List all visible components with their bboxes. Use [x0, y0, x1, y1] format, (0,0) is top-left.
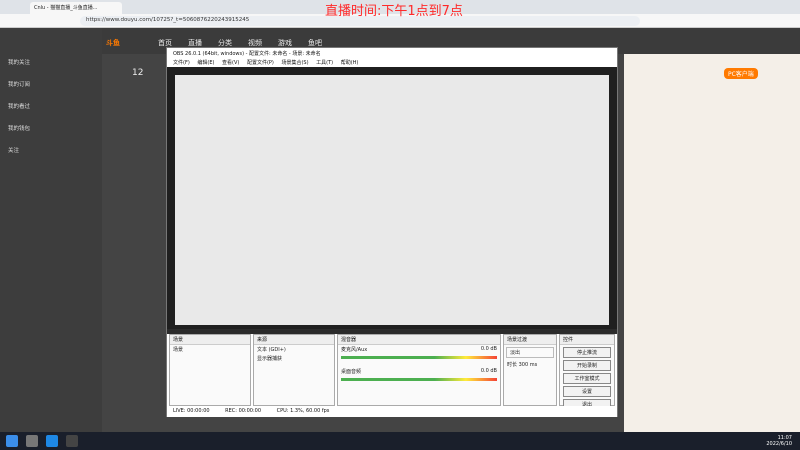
- sidebar-item[interactable]: 我的订阅: [8, 80, 30, 88]
- rec-timer: REC: 00:00:00: [225, 408, 262, 414]
- track-name: 桌面音频: [341, 369, 362, 375]
- cpu-status: CPU: 1.3%, 60.00 fps: [276, 408, 330, 414]
- sources-header: 来源: [254, 335, 334, 345]
- sidebar-item[interactable]: 关注: [8, 146, 19, 154]
- track-db: 0.0 dB: [480, 368, 497, 374]
- menu-profile[interactable]: 配置文件(P): [247, 60, 274, 66]
- obs-preview[interactable]: [167, 67, 617, 329]
- obs-dock: 场景 场景 来源 文本 (GDI+) 显示器捕获 混音器 麦克风/Aux 0.0…: [167, 334, 617, 410]
- source-item[interactable]: 显示器捕获: [254, 354, 334, 363]
- browser-tab[interactable]: Cnlu - 猫猫直播_斗鱼直播...: [30, 2, 122, 14]
- site-sidebar: 我的关注 我的订阅 我的看过 我的钱包 关注: [0, 28, 102, 432]
- mixer-track: 桌面音频 0.0 dB: [338, 367, 500, 376]
- windows-taskbar: 11:07 2022/6/10: [0, 432, 800, 450]
- duration-input[interactable]: 300 ms: [519, 362, 538, 368]
- obs-statusbar: LIVE: 00:00:00 REC: 00:00:00 CPU: 1.3%, …: [167, 406, 617, 417]
- obs-title: OBS 26.0.1 (64bit, windows) - 配置文件: 未命名 …: [167, 48, 617, 58]
- menu-file[interactable]: 文件(F): [173, 60, 190, 66]
- menu-tools[interactable]: 工具(T): [316, 60, 333, 66]
- source-item[interactable]: 文本 (GDI+): [254, 345, 334, 354]
- preview-capture: [175, 75, 609, 325]
- start-recording-button[interactable]: 开始录制: [563, 360, 611, 371]
- obs-menubar: 文件(F) 编辑(E) 查看(V) 配置文件(P) 场景集合(S) 工具(T) …: [167, 58, 617, 67]
- transitions-header: 场景过渡: [504, 335, 556, 345]
- menu-scene-collection[interactable]: 场景集合(S): [281, 60, 308, 66]
- sidebar-item[interactable]: 我的看过: [8, 102, 30, 110]
- viewer-count: 12: [132, 68, 144, 78]
- mixer-panel: 混音器 麦克风/Aux 0.0 dB 桌面音频 0.0 dB: [337, 334, 501, 406]
- menu-help[interactable]: 帮助(H): [341, 60, 359, 66]
- volume-meter[interactable]: [341, 356, 497, 359]
- transitions-panel: 场景过渡 淡出 时长 300 ms: [503, 334, 557, 406]
- screen: Cnlu - 猫猫直播_斗鱼直播... https://www.douyu.co…: [0, 0, 800, 450]
- scene-item[interactable]: 场景: [170, 345, 250, 354]
- menu-edit[interactable]: 编辑(E): [197, 60, 214, 66]
- sidebar-item[interactable]: 我的钱包: [8, 124, 30, 132]
- stop-streaming-button[interactable]: 停止推流: [563, 347, 611, 358]
- track-db: 0.0 dB: [480, 346, 497, 352]
- obs-icon[interactable]: [66, 435, 78, 447]
- edge-icon[interactable]: [46, 435, 58, 447]
- sources-panel: 来源 文本 (GDI+) 显示器捕获: [253, 334, 335, 406]
- sidebar-item[interactable]: 我的关注: [8, 58, 30, 66]
- mixer-header: 混音器: [338, 335, 500, 345]
- search-icon[interactable]: [26, 435, 38, 447]
- clock-date: 2022/6/10: [766, 441, 792, 447]
- live-timer: LIVE: 00:00:00: [173, 408, 210, 414]
- settings-button[interactable]: 设置: [563, 386, 611, 397]
- site-logo[interactable]: 斗鱼: [106, 38, 120, 48]
- mixer-track: 麦克风/Aux 0.0 dB: [338, 345, 500, 354]
- track-name: 麦克风/Aux: [341, 347, 368, 353]
- start-icon[interactable]: [6, 435, 18, 447]
- transition-select[interactable]: 淡出: [506, 347, 554, 358]
- clock[interactable]: 11:07 2022/6/10: [766, 435, 792, 447]
- duration-label: 时长: [507, 362, 518, 368]
- controls-header: 控件: [560, 335, 614, 345]
- obs-window: OBS 26.0.1 (64bit, windows) - 配置文件: 未命名 …: [166, 47, 618, 417]
- scenes-panel: 场景 场景: [169, 334, 251, 406]
- live-time-overlay: 直播时间:下午1点到7点: [325, 4, 463, 19]
- controls-panel: 控件 停止推流 开始录制 工作室模式 设置 退出: [559, 334, 615, 410]
- volume-meter[interactable]: [341, 378, 497, 381]
- pc-client-badge[interactable]: PC客户端: [724, 68, 758, 79]
- studio-mode-button[interactable]: 工作室模式: [563, 373, 611, 384]
- scenes-header: 场景: [170, 335, 250, 345]
- menu-view[interactable]: 查看(V): [222, 60, 239, 66]
- right-panel: PC客户端: [624, 54, 800, 432]
